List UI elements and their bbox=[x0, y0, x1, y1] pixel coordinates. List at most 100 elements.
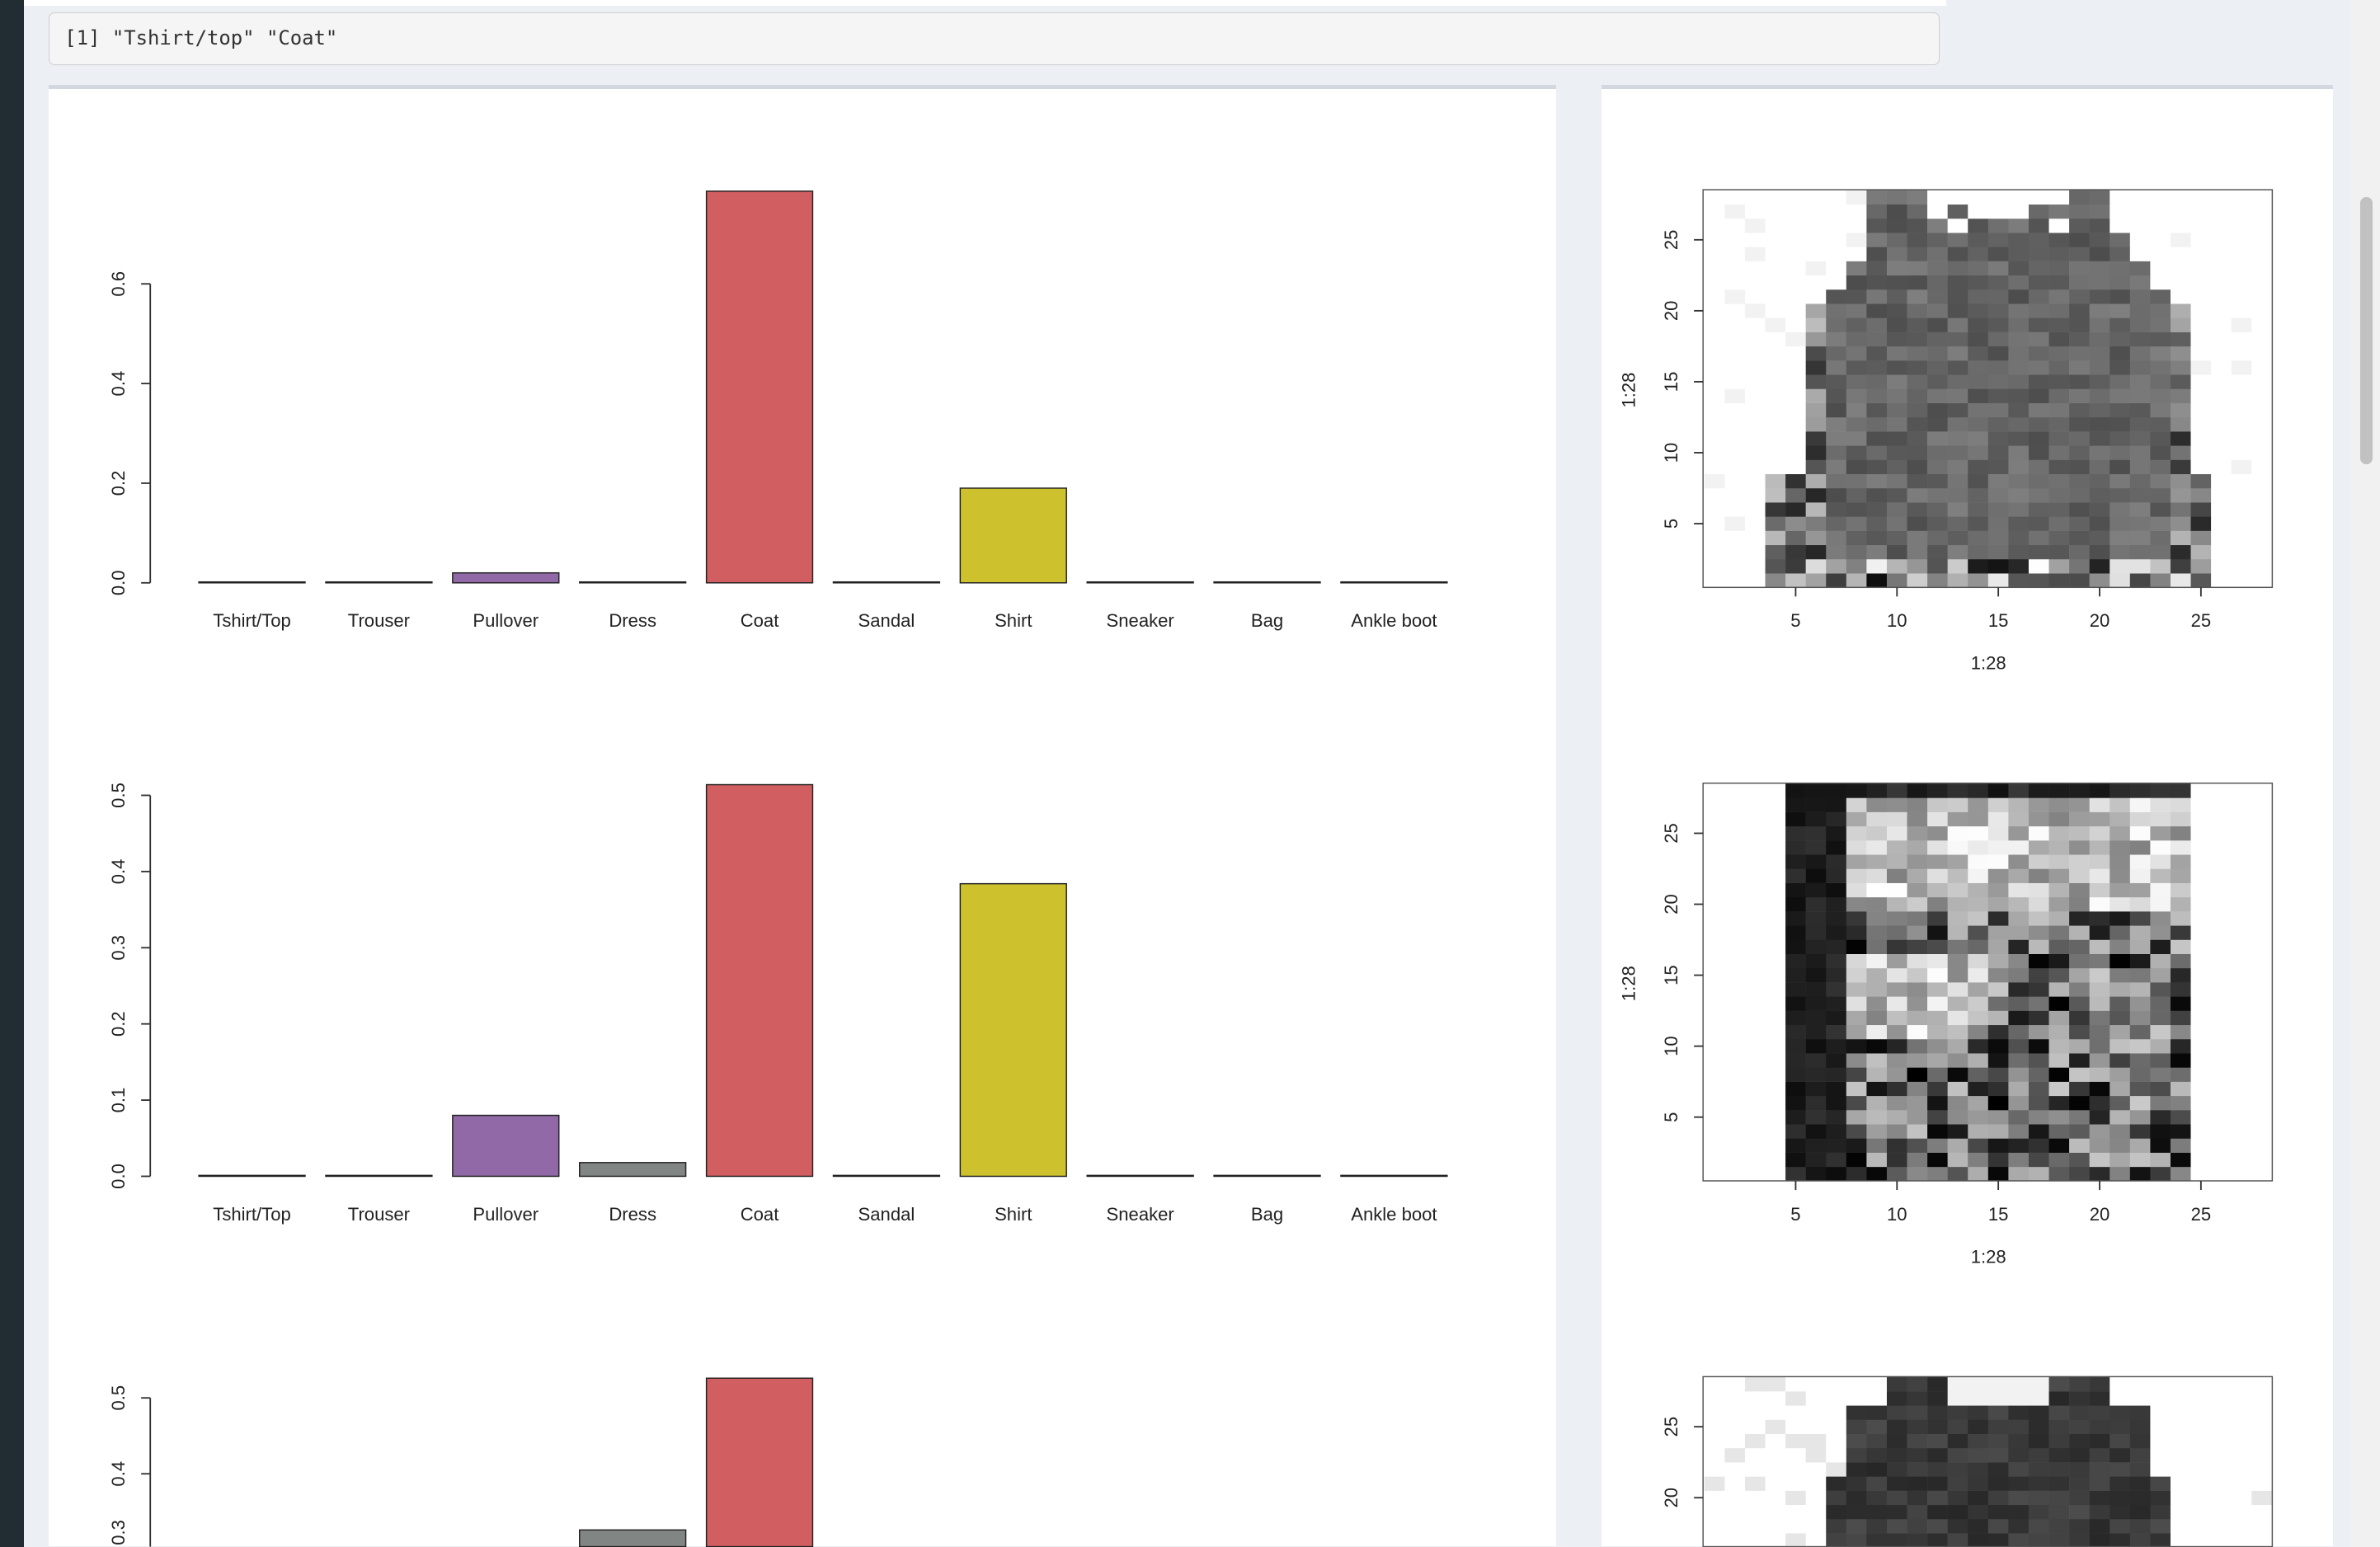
heatmap-cell bbox=[2170, 275, 2191, 290]
heatmap-cell bbox=[1927, 1166, 1948, 1182]
heatmap-cell bbox=[2048, 190, 2070, 205]
heatmap-cell bbox=[2048, 1490, 2070, 1506]
heatmap-cell bbox=[2251, 1462, 2273, 1477]
heatmap-cell bbox=[2231, 840, 2252, 855]
heatmap-cell bbox=[1805, 1376, 1827, 1392]
heatmap-cell bbox=[1907, 275, 1928, 290]
heatmap-cell bbox=[1724, 360, 1746, 375]
heatmap-cell bbox=[2069, 374, 2090, 389]
heatmap-cell bbox=[1968, 1405, 1989, 1420]
heatmap-cell bbox=[2110, 840, 2131, 855]
heatmap-cell bbox=[1866, 1433, 1888, 1449]
heatmap-cell bbox=[2170, 1124, 2191, 1139]
heatmap-cell bbox=[1886, 1433, 1907, 1449]
heatmap-cell bbox=[1907, 1533, 1928, 1547]
heatmap-cell bbox=[1987, 204, 2009, 219]
heatmap-cell bbox=[2008, 1476, 2030, 1491]
heatmap-cell bbox=[2028, 558, 2049, 574]
heatmap-cell bbox=[1866, 502, 1888, 517]
heatmap-cell bbox=[2170, 1110, 2191, 1125]
y-tick-label: 15 bbox=[1661, 965, 1682, 985]
heatmap-cell bbox=[1805, 1391, 1827, 1406]
heatmap-cell bbox=[1805, 1490, 1827, 1506]
heatmap-cell bbox=[2231, 261, 2252, 276]
heatmap-cell bbox=[1886, 502, 1907, 517]
heatmap-cell bbox=[1785, 289, 1806, 304]
heatmap-cell bbox=[2190, 416, 2212, 432]
heatmap-cell bbox=[2231, 1447, 2252, 1463]
heatmap-cell bbox=[2008, 1081, 2030, 1097]
heatmap-cell bbox=[2211, 416, 2232, 432]
heatmap-cell bbox=[1907, 1490, 1928, 1506]
heatmap-cell bbox=[2008, 967, 2030, 983]
heatmap-cell bbox=[1765, 1518, 1786, 1534]
heatmap-cell bbox=[1765, 783, 1786, 798]
heatmap-cell bbox=[1968, 233, 1989, 247]
heatmap-cell bbox=[2251, 911, 2273, 926]
heatmap-cell bbox=[1987, 982, 2009, 997]
heatmap-cell bbox=[2129, 303, 2151, 318]
heatmap-cell bbox=[2190, 544, 2212, 560]
heatmap-cell bbox=[2048, 1067, 2070, 1082]
heatmap-cell bbox=[1744, 797, 1766, 812]
heatmap-cell bbox=[1785, 473, 1806, 489]
heatmap-cell bbox=[1704, 275, 1725, 290]
y-tick-label: 0.2 bbox=[108, 1011, 129, 1037]
heatmap-cell bbox=[1968, 530, 1989, 546]
heatmap-cell bbox=[1846, 1038, 1867, 1054]
heatmap-cell bbox=[1947, 445, 1968, 460]
heatmap-cell bbox=[2231, 487, 2252, 503]
heatmap-cell bbox=[1907, 431, 1928, 446]
heatmap-cell bbox=[2089, 360, 2110, 375]
heatmap-cell bbox=[1866, 233, 1888, 247]
heatmap-cell bbox=[1907, 516, 1928, 531]
heatmap-cell bbox=[1765, 911, 1786, 926]
heatmap-cell bbox=[1927, 445, 1948, 460]
bar-bag bbox=[1213, 581, 1321, 584]
heatmap-cell bbox=[1805, 1518, 1827, 1534]
heatmap-cell bbox=[2170, 289, 2191, 304]
heatmap-cell bbox=[1785, 303, 1806, 318]
heatmap-cell bbox=[1785, 1024, 1806, 1040]
heatmap-cell bbox=[2048, 317, 2070, 332]
heatmap-cell bbox=[1927, 939, 1948, 955]
heatmap-cell bbox=[2211, 854, 2232, 869]
heatmap-cell bbox=[1927, 431, 1948, 446]
heatmap-cell bbox=[2069, 502, 2090, 517]
heatmap-cell bbox=[1704, 459, 1725, 475]
heatmap-cell bbox=[2129, 289, 2151, 304]
heatmap-cell bbox=[1866, 811, 1888, 827]
heatmap-cell bbox=[1826, 1405, 1847, 1420]
heatmap-cell bbox=[1805, 261, 1827, 276]
heatmap-cell bbox=[1826, 388, 1847, 403]
heatmap-cell bbox=[2008, 953, 2030, 969]
heatmap-cell bbox=[1987, 1462, 2009, 1477]
heatmap-cell bbox=[2069, 388, 2090, 403]
heatmap-cell bbox=[1805, 487, 1827, 503]
heatmap-cell bbox=[2110, 1433, 2131, 1449]
heatmap-cell bbox=[1987, 996, 2009, 1011]
heatmap-cell bbox=[1927, 289, 1948, 304]
heatmap-cell bbox=[1724, 1433, 1746, 1449]
heatmap-cell bbox=[1968, 360, 1989, 375]
heatmap-cell bbox=[2251, 544, 2273, 560]
heatmap-cell bbox=[2231, 1391, 2252, 1406]
heatmap-cell bbox=[1724, 1038, 1746, 1054]
heatmap-cell bbox=[2089, 473, 2110, 489]
heatmap-cell bbox=[1866, 1405, 1888, 1420]
heatmap-cell bbox=[1947, 1490, 1968, 1506]
heatmap-cell bbox=[1866, 317, 1888, 332]
heatmap-cell bbox=[1826, 953, 1847, 969]
heatmap-cell bbox=[1987, 1053, 2009, 1068]
heatmap-cell bbox=[1907, 896, 1928, 912]
heatmap-cell bbox=[1704, 431, 1725, 446]
heatmap-cell bbox=[1968, 1053, 1989, 1068]
heatmap-cell bbox=[1947, 1053, 1968, 1068]
heatmap-cell bbox=[1785, 544, 1806, 560]
heatmap-cell bbox=[1907, 996, 1928, 1011]
heatmap-cell bbox=[2231, 1462, 2252, 1477]
heatmap-cell bbox=[2089, 1010, 2110, 1026]
heatmap-cell bbox=[2089, 317, 2110, 332]
heatmap-cell bbox=[2170, 473, 2191, 489]
heatmap-cell bbox=[1704, 1110, 1725, 1125]
